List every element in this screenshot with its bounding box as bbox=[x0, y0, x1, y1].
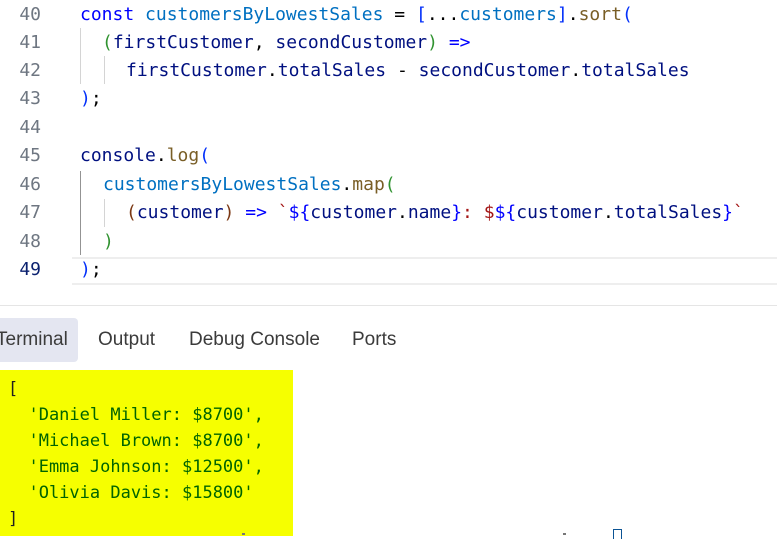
code-line-41[interactable]: 41 (firstCustomer, secondCustomer) => bbox=[0, 29, 777, 57]
terminal-output[interactable]: [ 'Daniel Miller: $8700', 'Michael Brown… bbox=[0, 370, 293, 536]
tab-output[interactable]: Output bbox=[98, 318, 155, 362]
code-text: console.log( bbox=[80, 145, 211, 166]
line-number: 47 bbox=[19, 202, 41, 223]
code-text: (firstCustomer, secondCustomer) => bbox=[102, 32, 471, 53]
code-text: const customersByLowestSales = [...custo… bbox=[80, 4, 633, 25]
code-text: firstCustomer.totalSales - secondCustome… bbox=[126, 60, 690, 81]
code-line-44[interactable]: 44 bbox=[0, 114, 777, 142]
code-line-43[interactable]: 43 ); bbox=[0, 85, 777, 113]
terminal-line: 'Daniel Miller: $8700', bbox=[8, 405, 264, 425]
code-line-45[interactable]: 45 console.log( bbox=[0, 142, 777, 170]
code-editor[interactable]: 40 const customersByLowestSales = [...cu… bbox=[0, 0, 777, 300]
code-text: ); bbox=[80, 259, 102, 280]
line-number: 44 bbox=[19, 117, 41, 138]
code-line-47[interactable]: 47 (customer) => `${customer.name}: $${c… bbox=[0, 199, 777, 227]
terminal-artifact bbox=[242, 533, 245, 535]
line-number: 40 bbox=[19, 4, 41, 25]
terminal-line: 'Emma Johnson: $12500', bbox=[8, 457, 264, 477]
code-line-40[interactable]: 40 const customersByLowestSales = [...cu… bbox=[0, 1, 777, 29]
code-line-42[interactable]: 42 firstCustomer.totalSales - secondCust… bbox=[0, 57, 777, 85]
terminal-artifact bbox=[563, 533, 566, 535]
code-text: customersByLowestSales.map( bbox=[103, 174, 396, 195]
code-line-46[interactable]: 46 customersByLowestSales.map( bbox=[0, 171, 777, 199]
terminal-line: ] bbox=[8, 509, 19, 529]
line-number: 42 bbox=[19, 60, 41, 81]
terminal-line: 'Michael Brown: $8700', bbox=[8, 431, 264, 451]
terminal-line: 'Olivia Davis: $15800' bbox=[8, 483, 254, 503]
line-number: 46 bbox=[19, 174, 41, 195]
tab-debug-console[interactable]: Debug Console bbox=[189, 318, 320, 362]
line-number: 43 bbox=[19, 88, 41, 109]
code-text: (customer) => `${customer.name}: $${cust… bbox=[126, 202, 744, 223]
tab-ports[interactable]: Ports bbox=[352, 318, 396, 362]
code-line-49[interactable]: 49 ); bbox=[0, 256, 777, 284]
code-text: ) bbox=[103, 231, 114, 252]
panel-tab-bar: Terminal Output Debug Console Ports bbox=[0, 306, 777, 370]
code-text: ); bbox=[80, 88, 102, 109]
line-number-active: 49 bbox=[19, 259, 41, 280]
code-line-48[interactable]: 48 ) bbox=[0, 228, 777, 256]
line-number: 48 bbox=[19, 231, 41, 252]
line-number: 41 bbox=[19, 32, 41, 53]
terminal-line: [ bbox=[8, 379, 19, 399]
line-number: 45 bbox=[19, 145, 41, 166]
tab-terminal[interactable]: Terminal bbox=[0, 318, 78, 362]
terminal-cursor bbox=[613, 529, 622, 539]
